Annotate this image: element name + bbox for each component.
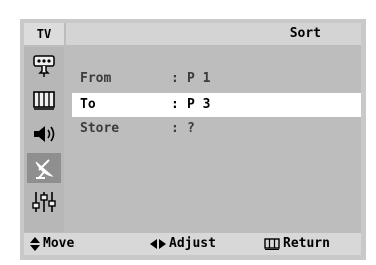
hint-move: Move [30, 233, 74, 255]
sound-icon [34, 126, 55, 142]
row-label: Store [80, 121, 120, 136]
sidebar-item-setup[interactable] [27, 187, 61, 217]
menu-row-store[interactable]: Store : ? [72, 117, 361, 141]
up-down-arrows-icon [30, 237, 40, 251]
menu-row-to[interactable]: To : P 3 [72, 93, 361, 117]
row-value: P 1 [187, 71, 211, 86]
picture-icon [33, 91, 55, 110]
sidebar-item-channel[interactable] [27, 153, 61, 183]
channel-icon [35, 159, 54, 179]
left-right-arrows-icon [150, 239, 166, 249]
hint-adjust: Adjust [150, 233, 216, 255]
title-bar: TV Sort [24, 23, 361, 45]
sidebar-item-input[interactable] [27, 51, 61, 81]
menu-icon [264, 238, 280, 250]
source-label: TV [24, 23, 64, 45]
hint-adjust-label: Adjust [169, 236, 216, 251]
input-icon [33, 55, 55, 77]
sidebar-item-sound[interactable] [27, 119, 61, 149]
setup-icon [32, 192, 56, 212]
row-value: P 3 [187, 97, 211, 112]
menu-sidebar [24, 47, 64, 232]
sidebar-item-picture[interactable] [27, 85, 61, 115]
osd-inner: TV Sort From: P 1 To: P 3 Store: ? Mo… [24, 23, 361, 255]
row-value: ? [187, 121, 195, 136]
row-separator: : [171, 121, 179, 136]
hint-return-label: Return [283, 236, 330, 251]
osd-panel: TV Sort From: P 1 To: P 3 Store: ? Mo… [20, 19, 366, 260]
tv-osd-screen: TV Sort From: P 1 To: P 3 Store: ? Mo… [0, 0, 376, 265]
row-separator: : [171, 97, 179, 112]
menu-row-from[interactable]: From : P 1 [72, 67, 361, 91]
help-bar: Move Adjust Return [24, 233, 361, 255]
hint-return: Return [264, 233, 330, 255]
row-separator: : [171, 71, 179, 86]
title-strip: Sort [66, 23, 361, 45]
page-title: Sort [289, 26, 321, 41]
menu-content: From : P 1 To : P 3 Store : ? [72, 61, 361, 221]
hint-move-label: Move [43, 236, 75, 251]
row-label: To [80, 97, 96, 112]
row-label: From [80, 71, 112, 86]
